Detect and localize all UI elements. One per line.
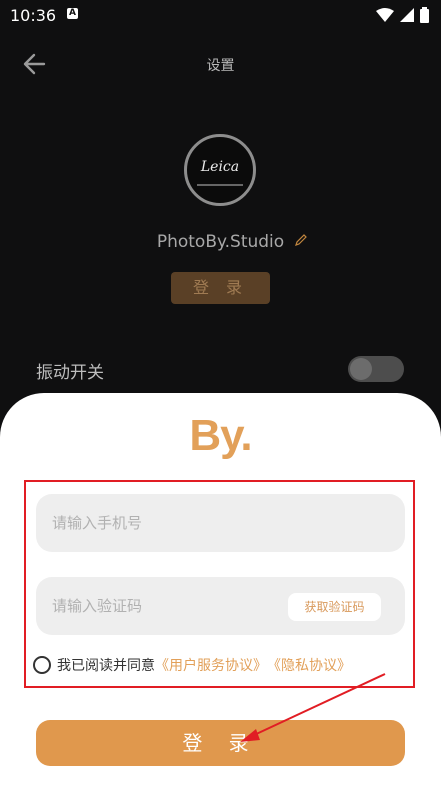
agree-text: 我已阅读并同意 — [57, 658, 155, 674]
wifi-icon — [376, 8, 394, 22]
notification-icon: A — [67, 8, 78, 19]
profile-login-button[interactable]: 登 录 — [171, 272, 270, 304]
agree-radio[interactable] — [33, 656, 51, 674]
toggle-knob — [350, 358, 372, 380]
edit-name-button[interactable] — [294, 232, 308, 246]
avatar[interactable]: Leica — [184, 134, 256, 206]
avatar-decoration — [197, 184, 243, 186]
vibration-toggle[interactable] — [348, 356, 404, 382]
login-button[interactable]: 登 录 — [36, 720, 405, 766]
pencil-icon — [295, 234, 307, 246]
phone-input[interactable] — [36, 494, 405, 552]
status-time: 10:36 — [10, 6, 57, 25]
avatar-logo-text: Leica — [200, 159, 240, 175]
login-sheet: By. 获取验证码 我已阅读并同意 《用户服务协议》 《隐私协议》 登 录 — [0, 393, 441, 785]
vibration-label: 振动开关 — [36, 363, 104, 383]
system-icons — [376, 6, 429, 24]
status-bar: 10:36 A — [0, 0, 441, 32]
page-title: 设置 — [206, 58, 235, 74]
battery-icon — [420, 7, 429, 23]
brand-logo: By. — [189, 411, 252, 460]
profile-name: PhotoBy.Studio — [156, 232, 285, 252]
get-code-button[interactable]: 获取验证码 — [288, 593, 381, 621]
terms-link[interactable]: 《用户服务协议》 — [155, 655, 267, 675]
agreement-row: 我已阅读并同意 《用户服务协议》 《隐私协议》 — [33, 654, 351, 676]
signal-icon — [400, 8, 414, 22]
privacy-link[interactable]: 《隐私协议》 — [267, 655, 351, 675]
